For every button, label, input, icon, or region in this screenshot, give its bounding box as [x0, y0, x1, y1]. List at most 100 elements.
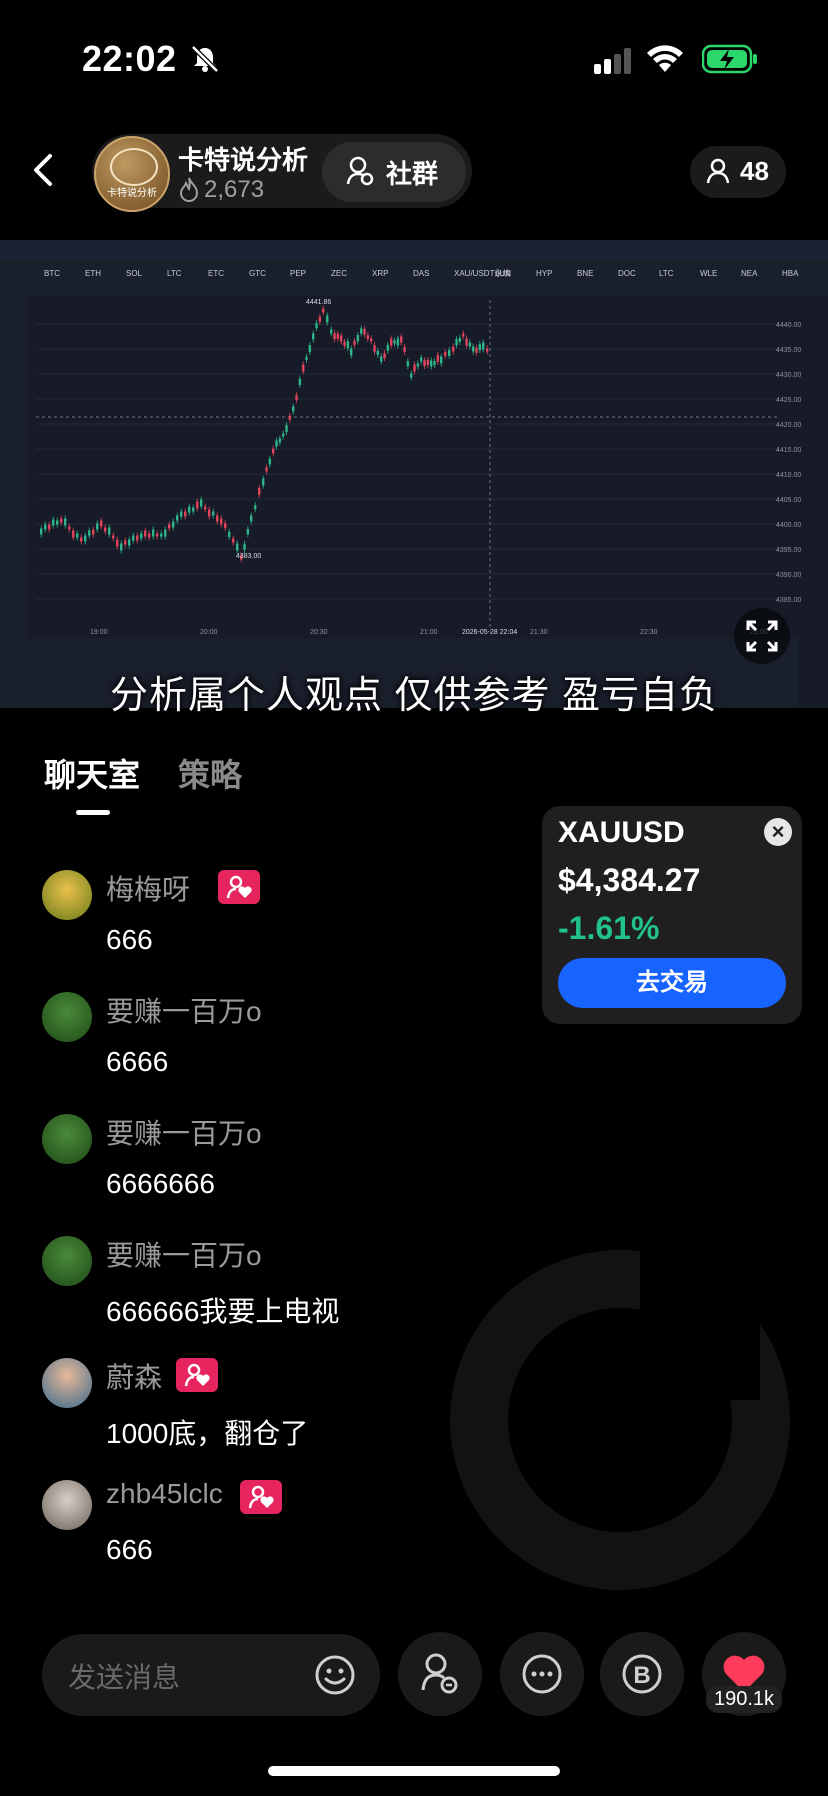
chat-message-text: 6666666 [106, 1168, 216, 1199]
chart-y-tick: 4400.00 [776, 522, 801, 529]
chat-message-text: 666 [106, 924, 153, 955]
ticker-change: -1.61% [558, 910, 660, 946]
viewer-count: 48 [740, 156, 769, 186]
chart-ticker-label[interactable]: HYP [536, 269, 552, 278]
member-badge-icon [176, 1358, 218, 1392]
ticker-price: $4,384.27 [558, 862, 701, 898]
bell-off-icon [191, 45, 219, 73]
chart-y-tick: 4410.00 [776, 472, 801, 479]
chart-ticker-label[interactable]: SOL [126, 269, 143, 278]
viewer-count-pill[interactable] [690, 146, 786, 198]
ticker-symbol: XAUUSD [558, 816, 685, 849]
chart-low-label: 4383.00 [236, 553, 261, 560]
chart-x-tick: 20:30 [310, 629, 328, 636]
chart-y-tick: 4435.00 [776, 347, 801, 354]
price-chart: BTC ETH SOL LTC ETC GTC PEP ZEC XRP DAS XAU/USDT永续… [0, 240, 828, 708]
wifi-icon [647, 45, 683, 72]
chart-ticker-label[interactable]: DAS [413, 269, 429, 278]
chart-ticker-label[interactable]: LUN [495, 269, 511, 278]
user-add-icon [346, 156, 374, 186]
chart-ticker-label[interactable]: BTC [44, 269, 60, 278]
chat-message-text: 666666我要上电视 [106, 1296, 340, 1327]
chart-ticker-label[interactable]: ETH [85, 269, 101, 278]
host-name: 卡特说分析 [178, 145, 309, 175]
tab-strategy[interactable]: 策略 [178, 750, 242, 796]
fullscreen-button[interactable] [734, 608, 790, 664]
chat-avatar[interactable] [42, 992, 92, 1042]
host-likes-count: 2,673 [204, 176, 265, 203]
member-badge-icon [218, 870, 260, 904]
chart-ticker-label[interactable]: PEP [290, 269, 306, 278]
chart-y-tick: 4415.00 [776, 447, 801, 454]
tab-chat[interactable]: 聊天室 [44, 750, 140, 796]
person-icon [706, 158, 730, 184]
bitcoin-icon: B [622, 1654, 662, 1694]
chart-y-tick: 4385.00 [776, 597, 801, 604]
chart-ticker-label[interactable]: HBA [782, 269, 799, 278]
chart-ticker-label[interactable]: ZEC [331, 269, 347, 278]
chart-ticker-label[interactable]: LTC [659, 269, 674, 278]
flame-icon [179, 177, 199, 202]
chart-ticker-label[interactable]: DOC [618, 269, 636, 278]
watermark-logo-cut [640, 1250, 760, 1400]
chat-avatar[interactable] [42, 1480, 92, 1530]
message-input-placeholder: 发送消息 [68, 1662, 181, 1693]
like-count: 190.1k [706, 1686, 783, 1713]
chart-x-tick: 21:30 [530, 629, 548, 636]
back-icon[interactable] [30, 152, 56, 188]
chart-x-tick: 20:00 [200, 629, 218, 636]
chat-avatar[interactable] [42, 1358, 92, 1408]
chat-username[interactable]: 蔚森 [106, 1356, 162, 1396]
chart-ticker-label[interactable]: ETC [208, 269, 224, 278]
chat-avatar[interactable] [42, 1114, 92, 1164]
chart-y-tick: 4425.00 [776, 397, 801, 404]
chat-username[interactable]: 梅梅呀 [106, 868, 190, 908]
community-label: 社群 [386, 159, 439, 189]
chat-username[interactable]: zhb45lclc [106, 1478, 223, 1510]
chart-time-label: 2026-05-28 22:04 [462, 629, 517, 636]
chart-ticker-label[interactable]: XRP [372, 269, 388, 278]
chat-message-text: 6666 [106, 1046, 169, 1077]
chart-x-tick: 19:00 [90, 629, 108, 636]
chart-y-tick: 4405.00 [776, 497, 801, 504]
stream-disclaimer: 分析属个人观点 仅供参考 盈亏自负 [109, 675, 719, 717]
home-indicator[interactable] [268, 1766, 560, 1776]
chart-y-tick: 4395.00 [776, 547, 801, 554]
chat-message-text: 1000底，翻仓了 [106, 1418, 309, 1449]
chart-y-tick: 4420.00 [776, 422, 801, 429]
chat-avatar[interactable] [42, 1236, 92, 1286]
chart-ticker-label[interactable]: NEA [741, 269, 758, 278]
chart-x-tick: 21:00 [420, 629, 438, 636]
chart-high-label: 4441.86 [306, 299, 331, 306]
follow-button[interactable] [398, 1632, 482, 1716]
trade-button[interactable]: 去交易 [558, 958, 786, 1008]
chart-y-tick: 4390.00 [776, 572, 801, 579]
signal-icon [594, 48, 631, 74]
host-avatar-text: 卡特说分析 [107, 188, 157, 199]
member-badge-icon [240, 1480, 282, 1514]
status-time: 22:02 [82, 38, 177, 79]
chat-message-text: 666 [106, 1534, 153, 1565]
emoji-icon[interactable] [314, 1654, 356, 1696]
chat-username[interactable]: 要赚一百万o [106, 1112, 262, 1152]
more-button[interactable] [500, 1632, 584, 1716]
close-icon[interactable]: × [764, 818, 792, 846]
chat-username[interactable]: 要赚一百万o [106, 1234, 262, 1274]
chart-y-tick: 4430.00 [776, 372, 801, 379]
host-avatar[interactable]: 卡特说分析 [94, 136, 170, 212]
chart-ticker-label[interactable]: GTC [249, 269, 266, 278]
chart-y-tick: 4440.00 [776, 322, 801, 329]
live-stream-video[interactable]: BTC ETH SOL LTC ETC GTC PEP ZEC XRP DAS XAU/USDT永续… [0, 240, 828, 708]
chat-avatar[interactable] [42, 870, 92, 920]
follow-icon [421, 1653, 458, 1694]
more-icon [522, 1654, 562, 1694]
chart-ticker-label[interactable]: WLE [700, 269, 717, 278]
fullscreen-icon [746, 620, 778, 652]
chart-ticker-label[interactable]: LTC [167, 269, 182, 278]
chat-username[interactable]: 要赚一百万o [106, 990, 262, 1030]
chart-ticker-label[interactable]: BNE [577, 269, 593, 278]
chart-x-tick: 22:30 [640, 629, 658, 636]
host-logo-icon [110, 148, 158, 186]
bitcoin-button[interactable]: B [600, 1632, 684, 1716]
battery-charging-icon [702, 44, 757, 74]
